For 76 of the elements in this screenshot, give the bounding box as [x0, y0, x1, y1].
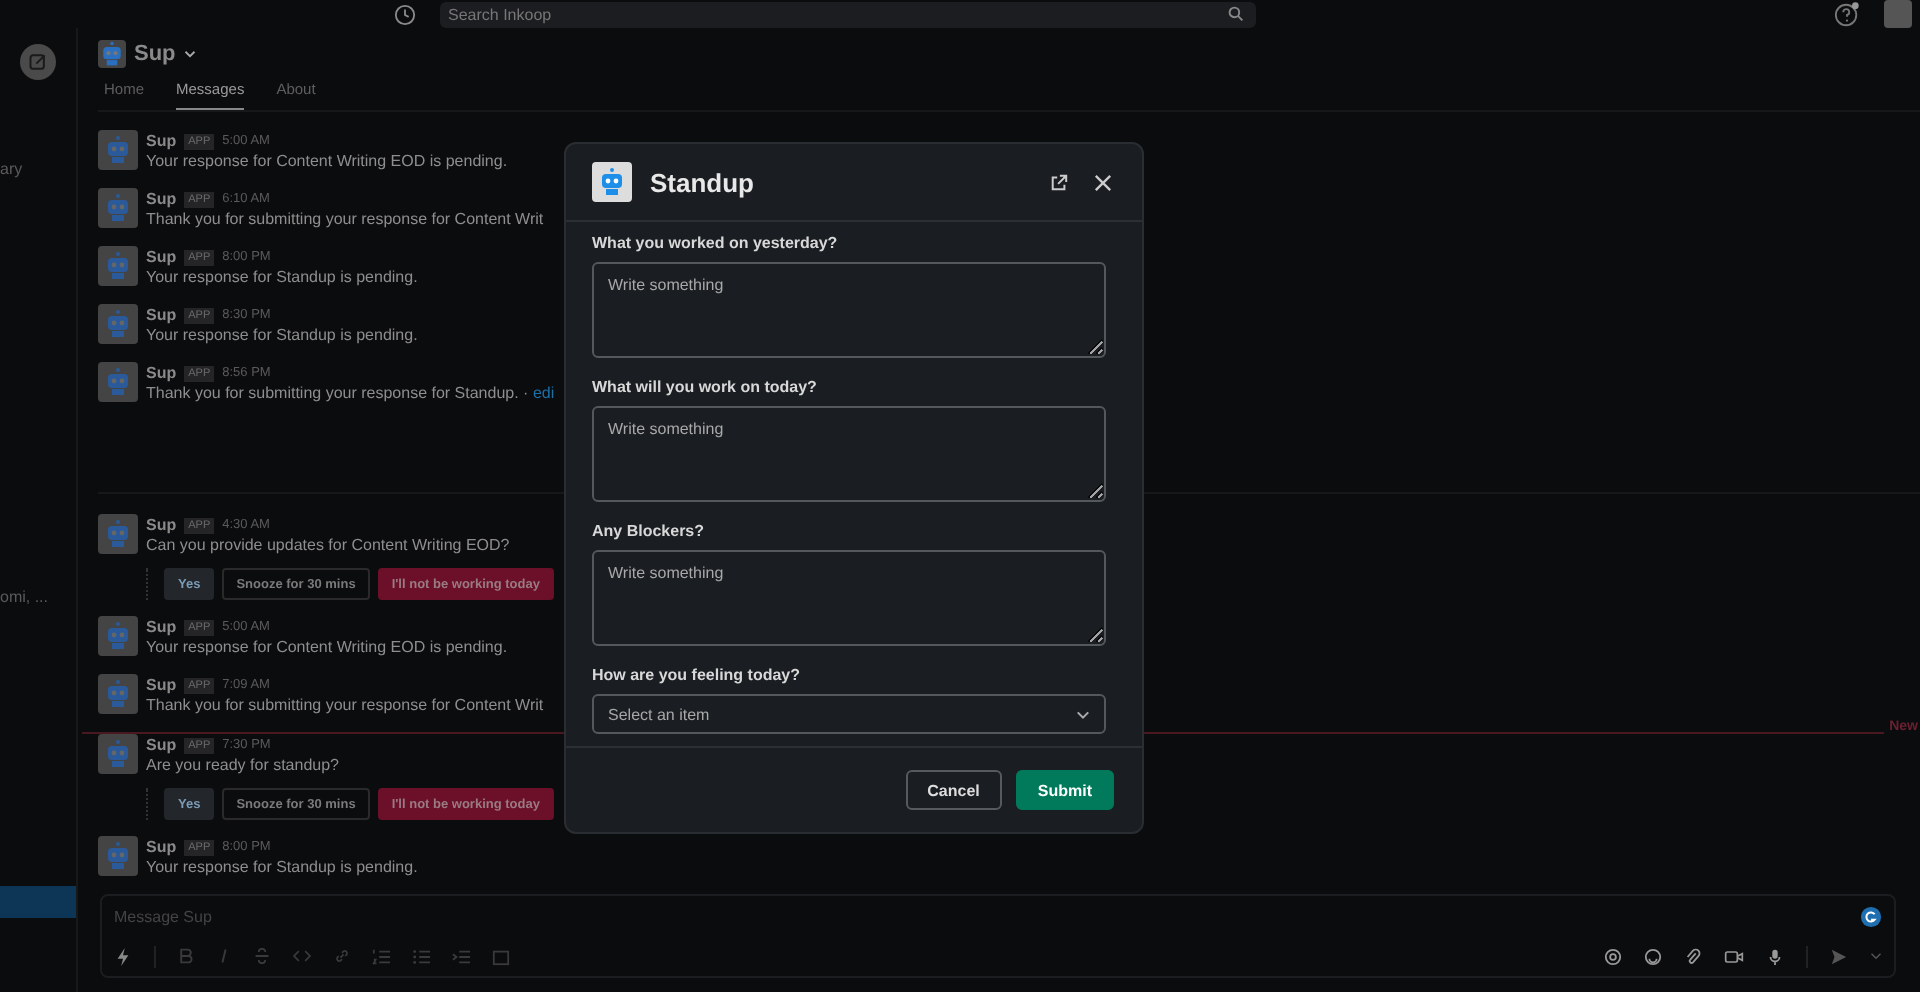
bot-avatar-icon	[98, 616, 138, 656]
sender-name[interactable]: Sup	[146, 306, 177, 324]
bot-avatar-icon	[98, 514, 138, 554]
bot-avatar-icon	[98, 130, 138, 170]
grammar-icon[interactable]	[1860, 905, 1882, 927]
message-text: Thank you for submitting your response for Content Writ	[146, 210, 544, 228]
code-icon[interactable]	[292, 948, 312, 964]
message-text: Your response for Content Writing EOD is pending.	[146, 638, 508, 656]
sidebar-item[interactable]: omi, ...	[0, 588, 49, 606]
message-text: Are you ready for standup?	[146, 756, 340, 774]
message-text: Your response for Standup is pending.	[146, 858, 418, 876]
message-input[interactable]: Message Sup	[114, 907, 1860, 925]
message-text: Thank you for submitting your response for Content Writ	[146, 696, 544, 714]
numbered-list-icon[interactable]	[372, 947, 390, 965]
bot-logo-icon	[592, 162, 632, 202]
bot-avatar-icon	[98, 188, 138, 228]
attachment-icon[interactable]	[1684, 947, 1702, 965]
bullet-list-icon[interactable]	[412, 947, 430, 965]
field-label: What will you work on today?	[592, 378, 819, 396]
sender-name[interactable]: Sup	[146, 838, 177, 856]
help-icon[interactable]	[1834, 1, 1860, 27]
text-area[interactable]: Write something	[592, 550, 1106, 646]
field-label: How are you feeling today?	[592, 666, 803, 684]
field-label: Any Blockers?	[592, 522, 707, 540]
search-field[interactable]: Search Inkoop	[440, 1, 1256, 27]
sender-name[interactable]: Sup	[146, 190, 177, 208]
message-text: Your response for Standup is pending.	[146, 326, 418, 344]
bot-avatar-icon	[98, 304, 138, 344]
chevron-icon	[1076, 707, 1090, 721]
lightning-icon[interactable]	[114, 947, 132, 965]
message-composer[interactable]: Message Sup	[100, 894, 1896, 978]
field-label: What you worked on yesterday?	[592, 234, 840, 252]
channel-name[interactable]: Sup	[134, 42, 176, 66]
bot-avatar-icon	[98, 40, 126, 68]
message-text: Can you provide updates for Content Writing EOD?	[146, 536, 510, 554]
indent-icon[interactable]	[452, 947, 470, 965]
sender-name[interactable]: Sup	[146, 364, 177, 382]
mention-icon[interactable]	[1604, 947, 1622, 965]
italic-icon[interactable]	[216, 948, 232, 964]
search-icon	[1228, 6, 1244, 22]
modal-button[interactable]: Submit	[1015, 770, 1114, 810]
message-text: Your response for Content Writing EOD is pending.	[146, 152, 508, 170]
bot-avatar-icon	[98, 734, 138, 774]
sender-name[interactable]: Sup	[146, 248, 177, 266]
sender-name[interactable]: Sup	[146, 618, 177, 636]
external-link-icon[interactable]	[1050, 173, 1068, 191]
close-icon[interactable]	[1094, 173, 1112, 191]
text-area[interactable]: Write something	[592, 262, 1106, 358]
emoji-icon[interactable]	[1644, 947, 1662, 965]
send-icon[interactable]	[1830, 947, 1848, 965]
history-icon[interactable]	[394, 3, 416, 25]
bot-avatar-icon	[98, 836, 138, 876]
sender-name[interactable]: Sup	[146, 736, 177, 754]
bot-avatar-icon	[98, 362, 138, 402]
text-area[interactable]: Write something	[592, 406, 1106, 502]
video-icon[interactable]	[1724, 947, 1744, 965]
sidebar-item[interactable]: ary	[0, 160, 23, 178]
link-icon[interactable]	[334, 948, 350, 964]
microphone-icon[interactable]	[1766, 947, 1784, 965]
edited-link[interactable]: edi	[532, 384, 555, 402]
strikethrough-icon[interactable]	[254, 948, 270, 964]
message-text: Thank you for submitting your response for Standup. ·	[146, 384, 531, 402]
code-block-icon[interactable]	[492, 947, 510, 965]
bold-icon[interactable]	[178, 948, 194, 964]
edit-icon	[28, 52, 48, 72]
bot-avatar-icon	[98, 246, 138, 286]
caret-icon[interactable]	[183, 48, 196, 60]
sender-name[interactable]: Sup	[146, 516, 177, 534]
sender-name[interactable]: Sup	[146, 676, 177, 694]
message-text: Your response for Standup is pending.	[146, 268, 418, 286]
sender-name[interactable]: Sup	[146, 132, 177, 150]
bot-avatar-icon	[98, 674, 138, 714]
select-field[interactable]: Select an item	[592, 694, 1106, 734]
modal-button[interactable]: Cancel	[905, 770, 1002, 810]
modal-title: Standup	[650, 167, 754, 197]
compose-button[interactable]	[20, 44, 56, 80]
